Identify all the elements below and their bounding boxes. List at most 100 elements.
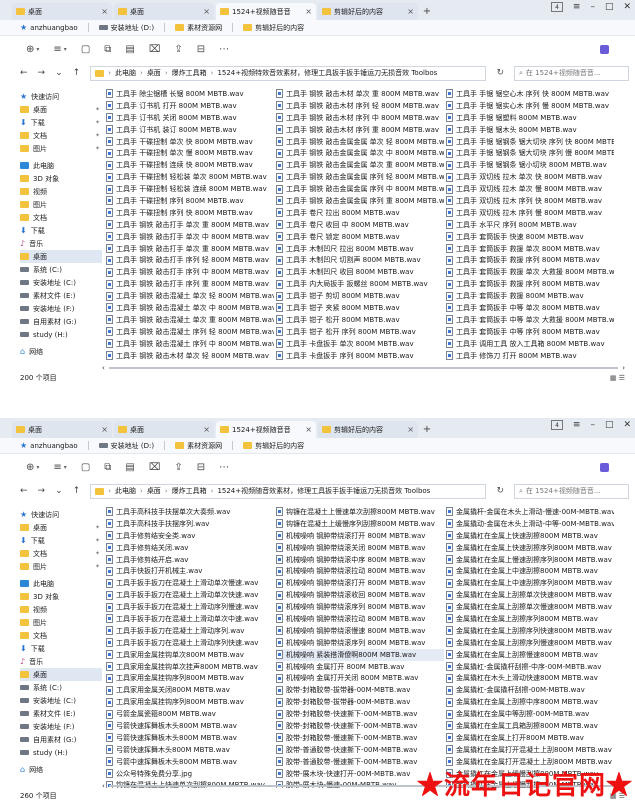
bookmark-edited[interactable]: 剪辑好后的内容 bbox=[243, 441, 304, 451]
sidebar-downloads-2[interactable]: ⬇ 下载 bbox=[20, 224, 102, 237]
sidebar-network[interactable]: ⌂ 网络 bbox=[20, 763, 102, 776]
paste-button[interactable]: ▤ bbox=[125, 44, 134, 55]
file-item[interactable]: 工具手快扳打开机械主.wav bbox=[106, 565, 274, 577]
sidebar-documents[interactable]: 文档 ✦ bbox=[20, 547, 102, 560]
file-item[interactable]: 工具手 手锯 锯钢条 锯小切块 800M MBTB.wav bbox=[446, 159, 614, 171]
sidebar-music[interactable]: ♪ 音乐 bbox=[20, 655, 102, 668]
tab-edited-content[interactable]: 剪辑好后的内容 × bbox=[318, 421, 418, 438]
close-tab-icon[interactable]: × bbox=[407, 425, 414, 434]
file-item[interactable]: 金属撬杠在金属上中速刮擦序列800M MBTB.wav bbox=[446, 577, 614, 589]
file-item[interactable]: 金属撬杠在金属上刮擦序列快速800M MBTB.wav bbox=[446, 625, 614, 637]
file-item[interactable]: 金属撬杠在木头上滑动快速800M MBTB.wav bbox=[446, 672, 614, 684]
tab-edited-content[interactable]: 剪辑好后的内容 × bbox=[318, 3, 418, 20]
file-item[interactable]: 工具手 订书机 打开 800M MBTB.wav bbox=[106, 100, 274, 112]
maximize-button[interactable]: □ bbox=[605, 420, 614, 430]
file-item[interactable]: 工具手 干碟扭制 轻松装 连续 800M MBTB.wav bbox=[106, 183, 274, 195]
file-item[interactable]: 机械噪响 钢肿带绕滚关闭 800M MBTB.wav bbox=[276, 542, 444, 554]
sidebar-desktop-2[interactable]: 桌面 bbox=[20, 668, 102, 681]
file-item[interactable]: 工具手 钳子 松开 序列 800M MBTB.wav bbox=[276, 326, 444, 338]
file-item[interactable]: 工具手 调用工具 放入工具箱 800M MBTB.wav bbox=[446, 338, 614, 350]
file-item[interactable]: 工具手 钢铁 敲击金属金属 序列 轻 800M MBTB.wav bbox=[276, 171, 444, 183]
sidebar-videos[interactable]: 视频 bbox=[20, 603, 102, 616]
cut-button[interactable]: ▢ bbox=[81, 44, 90, 55]
file-item[interactable]: 工具手 钢铁 敲击金属金属 单次 中 800M MBTB.wav bbox=[276, 147, 444, 159]
file-item[interactable]: 工具手 卡盘扳手 序列 800M MBTB.wav bbox=[276, 350, 444, 362]
file-item[interactable]: 金属撬杠在金属打开混凝土上刮800M MBTB.wav bbox=[446, 744, 614, 756]
copy-button[interactable]: ⧉ bbox=[104, 462, 111, 473]
file-item[interactable]: 工具手 套筒扳手 救援 序列 800M MBTB.wav bbox=[446, 254, 614, 266]
up-button[interactable]: ↑ bbox=[73, 68, 81, 78]
bookmark-anzhuangbao[interactable]: ★ anzhuangbao bbox=[20, 441, 78, 450]
file-item[interactable]: 工具手 手锯 锯空心木 序列 快 800M MBTB.wav bbox=[446, 88, 614, 100]
bookmark-anzhuangbao[interactable]: ★ anzhuangbao bbox=[20, 23, 78, 32]
sidebar-desktop[interactable]: 桌面 ✦ bbox=[20, 521, 102, 534]
address-path[interactable]: › 此电脑 › 桌面 › 爆炸工具箱 › 1524+视频特效音效素材，修理工具扳… bbox=[90, 65, 487, 81]
sidebar-pictures-2[interactable]: 图片 bbox=[20, 198, 102, 211]
file-item[interactable]: 金属撬杠在金属上刮擦单次快速800M MBTB.wav bbox=[446, 589, 614, 601]
file-item[interactable]: 工具手 干碟扭制 连续 快 800M MBTB.wav bbox=[106, 159, 274, 171]
new-button[interactable]: ⊕ ▾ bbox=[26, 462, 39, 473]
sidebar-quick-access[interactable]: ★ 快速访问 bbox=[20, 90, 102, 103]
sidebar-desktop[interactable]: 桌面 ✦ bbox=[20, 103, 102, 116]
file-item[interactable]: 工具手 卷尺 锁定 800M MBTB.wav bbox=[276, 231, 444, 243]
file-item[interactable]: 工具家用金属挂钩单次800M MBTB.wav bbox=[106, 649, 274, 661]
file-item[interactable]: 金属撬杠在金属上刮擦中序800M MBTB.wav bbox=[446, 696, 614, 708]
file-item[interactable]: 钩镰在混凝土上慢速单次刮擦800M MBTB.wav bbox=[276, 506, 444, 518]
close-tab-icon[interactable]: × bbox=[305, 7, 312, 16]
maximize-button[interactable]: □ bbox=[605, 2, 614, 12]
sidebar-pictures-2[interactable]: 图片 bbox=[20, 616, 102, 629]
file-item[interactable]: 机械噪响 金属打开关闭 800M MBTB.wav bbox=[276, 672, 444, 684]
file-item[interactable]: 弓箭金属瓷箍800M MBTB.wav bbox=[106, 708, 274, 720]
bookmark-resources[interactable]: 素材资源网 bbox=[175, 441, 222, 451]
sidebar-downloads-2[interactable]: ⬇ 下载 bbox=[20, 642, 102, 655]
file-item[interactable]: 机械噪响 钢肿带绕滚拉动 800M MBTB.wav bbox=[276, 613, 444, 625]
file-item[interactable]: 工具家用金属挂钩单次挂声800M MBTB.wav bbox=[106, 661, 274, 673]
file-item[interactable]: 金属撬杠在金属上打开800M MBTB.wav bbox=[446, 732, 614, 744]
file-item[interactable]: 工具手 钢铁 敲击金属金属 单次 轻 800M MBTB.wav bbox=[276, 136, 444, 148]
breadcrumb-pc[interactable]: 此电脑 bbox=[115, 486, 136, 496]
recent-dropdown[interactable]: ⌄ bbox=[55, 68, 63, 78]
file-item[interactable]: 工具手 钢铁 敲击混凝土 序列 轻 800M MBTB.wav bbox=[106, 326, 274, 338]
properties-button[interactable]: ⊟ bbox=[197, 462, 205, 473]
forward-button[interactable]: → bbox=[38, 486, 46, 496]
close-tab-icon[interactable]: × bbox=[101, 425, 108, 434]
sidebar-drive-g[interactable]: 自用素材 (G:) bbox=[20, 733, 102, 746]
file-item[interactable]: 公众号特殊免费分享.jpg bbox=[106, 768, 274, 780]
sidebar-drive-e[interactable]: 素材文件 (E:) bbox=[20, 707, 102, 720]
file-item[interactable]: 工具手 双切线 拉木 序列 慢 800M MBTB.wav bbox=[446, 207, 614, 219]
tab-desktop-1[interactable]: 桌面 × bbox=[12, 421, 112, 438]
address-path[interactable]: › 此电脑 › 桌面 › 爆炸工具箱 › 1524+视频随音效素材，修理工具扳手… bbox=[90, 483, 487, 499]
sidebar-drive-c-2[interactable]: 安装地址 (C:) bbox=[20, 694, 102, 707]
file-item[interactable]: 工具手 钢铁 敲击混凝土 单次 重 800M MBTB.wav bbox=[106, 314, 274, 326]
search-input[interactable]: ⌕ 在 1524+视频随音音... bbox=[514, 65, 629, 81]
breadcrumb-toolbox[interactable]: 爆炸工具箱 bbox=[172, 68, 207, 78]
file-item[interactable]: 机械噪响 钢肿带绕滚打开 800M MBTB.wav bbox=[276, 530, 444, 542]
new-tab-button[interactable]: + bbox=[420, 421, 434, 438]
file-item[interactable]: 金属撬动-金属在木头上滑动-中等-00M-MBTB.wav bbox=[446, 518, 614, 530]
file-item[interactable]: 机械噪响 钢肿带绕滚拉动 800M MBTB.wav bbox=[276, 565, 444, 577]
file-item[interactable]: 工具手 钢铁 敲击打手 序列 重 800M MBTB.wav bbox=[106, 278, 274, 290]
file-item[interactable]: 工具手 双切线 拉木 单次 慢 800M MBTB.wav bbox=[446, 183, 614, 195]
close-tab-icon[interactable]: × bbox=[407, 7, 414, 16]
view-toggle-icons[interactable]: ▦ ☰ bbox=[610, 374, 625, 382]
file-item[interactable]: 工具手 水平尺 序列 800M MBTB.wav bbox=[446, 219, 614, 231]
file-item[interactable]: 工具手 套筒扳手 救援 序列 800M MBTB.wav bbox=[446, 278, 614, 290]
file-item[interactable]: 胶带-封箱胶带-拔带器-00M-MBTB.wav bbox=[276, 684, 444, 696]
close-tab-icon[interactable]: × bbox=[305, 425, 312, 434]
minimize-button[interactable]: – bbox=[590, 420, 595, 430]
sidebar-drive-f[interactable]: 安装地址 (F:) bbox=[20, 302, 102, 315]
file-item[interactable]: 工具手 订书机 装订 800M MBTB.wav bbox=[106, 124, 274, 136]
file-item[interactable]: 工具手 套筒扳手 救援 单次 800M MBTB.wav bbox=[446, 243, 614, 255]
file-item[interactable]: 机械噪响 钢肿带绕滚中序 800M MBTB.wav bbox=[276, 554, 444, 566]
file-item[interactable]: 机械噪响 钢肿带绕滚慢速 800M MBTB.wav bbox=[276, 625, 444, 637]
file-item[interactable]: 机械噪响 钢肿带绕滚序列 800M MBTB.wav bbox=[276, 601, 444, 613]
file-item[interactable]: 机械噪响 金属打开 800M MBTB.wav bbox=[276, 661, 444, 673]
file-item[interactable]: 胶带-普通胶带-快速撕下-00M-MBTB.wav bbox=[276, 744, 444, 756]
sidebar-desktop-2[interactable]: 桌面 bbox=[20, 250, 102, 263]
copy-button[interactable]: ⧉ bbox=[104, 44, 111, 55]
file-item[interactable]: 工具手 钳子 夹紧 800M MBTB.wav bbox=[276, 302, 444, 314]
search-input[interactable]: ⌕ 在 1524+视频随音音... bbox=[514, 483, 629, 499]
cut-button[interactable]: ▢ bbox=[81, 462, 90, 473]
file-item[interactable]: 工具手 钢铁 敲击混凝土 序列 中 800M MBTB.wav bbox=[106, 338, 274, 350]
sidebar-network[interactable]: ⌂ 网络 bbox=[20, 345, 102, 358]
